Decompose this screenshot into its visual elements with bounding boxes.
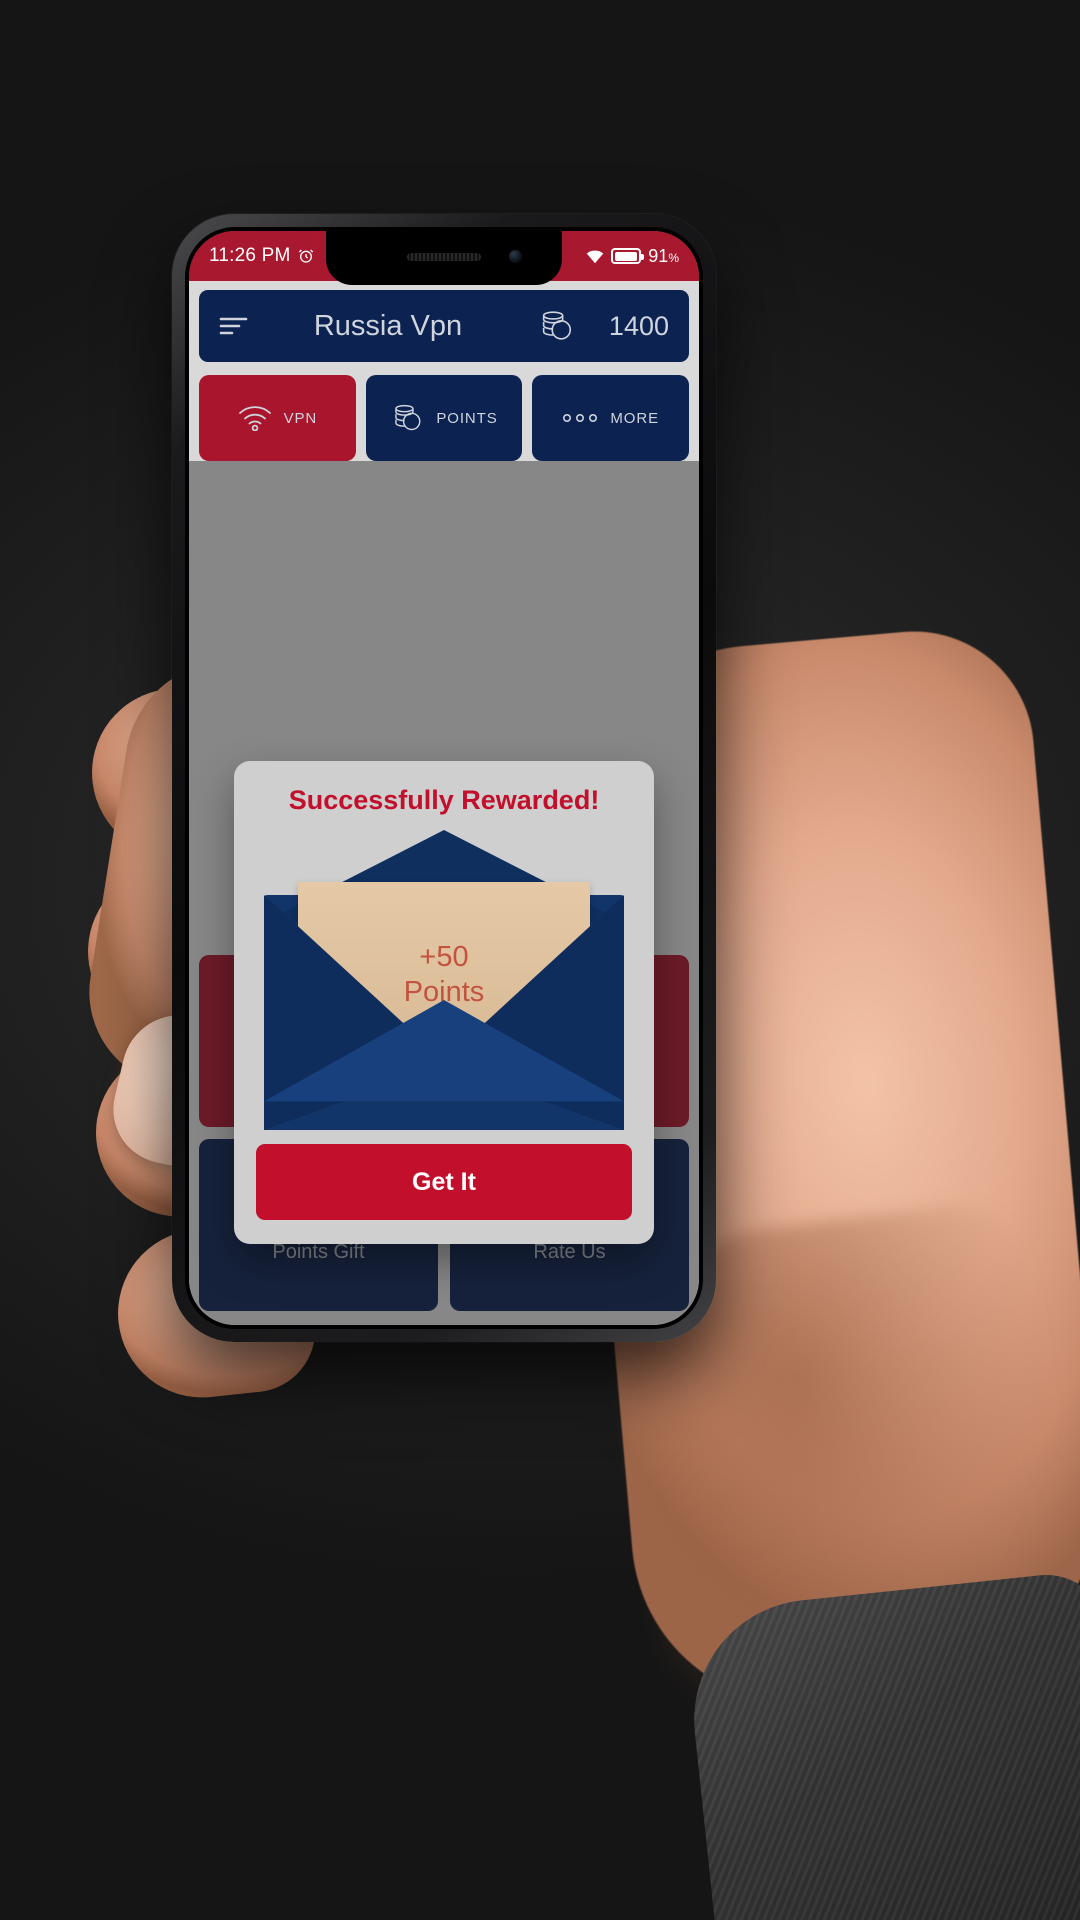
tab-more[interactable]: MORE [532, 375, 690, 461]
tab-bar: VPN POINTS MORE [189, 362, 699, 461]
coins-icon [390, 401, 424, 435]
app-bar: Russia Vpn 1400 [199, 290, 689, 362]
phone-device: 11:26 PM 91% Russia Vpn 1400 VPN POINTS … [172, 214, 716, 1342]
main-content: Select Country [189, 461, 699, 1325]
tab-points[interactable]: POINTS [365, 375, 523, 461]
status-bar-left: 11:26 PM [209, 245, 314, 267]
phone-bezel: 11:26 PM 91% Russia Vpn 1400 VPN POINTS … [185, 227, 703, 1329]
get-it-button[interactable]: Get It [256, 1144, 632, 1220]
dots-icon [562, 412, 598, 424]
reward-amount: +50 [419, 940, 469, 973]
battery-icon [611, 248, 645, 264]
status-bar-clock: 11:26 PM [209, 245, 291, 266]
phone-screen: 11:26 PM 91% Russia Vpn 1400 VPN POINTS … [189, 231, 699, 1325]
tab-label: POINTS [436, 409, 498, 427]
coins-icon[interactable] [537, 307, 575, 345]
envelope-illustration: +50 Points [264, 830, 624, 1130]
notch [326, 231, 562, 285]
scene: 11:26 PM 91% Russia Vpn 1400 VPN POINTS … [0, 0, 1080, 1920]
status-bar-right: 91% [586, 246, 679, 267]
alarm-icon [298, 248, 314, 264]
wifi-icon [238, 405, 272, 431]
tab-label: VPN [283, 409, 318, 427]
hamburger-menu-icon[interactable] [219, 315, 249, 337]
wifi-icon [586, 249, 604, 264]
tab-label: MORE [610, 409, 659, 427]
front-camera [509, 250, 522, 263]
page-title: Russia Vpn [313, 309, 463, 342]
points-balance: 1400 [608, 310, 669, 341]
reward-dialog: Successfully Rewarded! +50 Points Get It [234, 761, 654, 1244]
app-content: Russia Vpn 1400 VPN POINTS MORE Points G… [189, 281, 699, 1325]
tab-vpn[interactable]: VPN [199, 375, 356, 461]
earpiece-speaker [407, 253, 481, 261]
battery-percent: 91% [648, 245, 679, 266]
dialog-title: Successfully Rewarded! [288, 785, 600, 815]
